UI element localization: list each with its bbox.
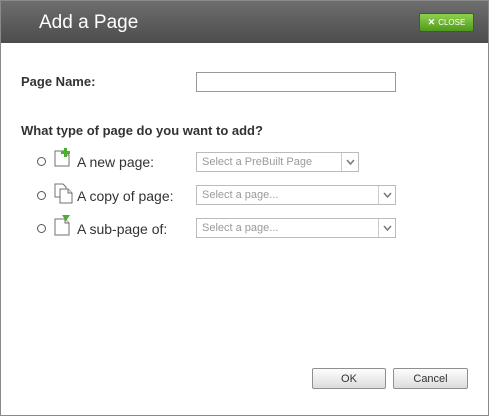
dialog-body: Page Name: What type of page do you want…	[1, 43, 488, 415]
copy-page-select-value: Select a page...	[202, 189, 279, 201]
copy-page-radio[interactable]	[37, 191, 46, 200]
copy-page-label: A copy of page:	[77, 188, 174, 204]
close-icon: ✕	[427, 17, 436, 27]
new-page-label: A new page:	[77, 154, 155, 170]
sub-page-icon	[54, 215, 70, 236]
sub-page-select-value: Select a page...	[202, 222, 279, 234]
prebuilt-page-select-value: Select a PreBuilt Page	[202, 156, 313, 168]
copy-page-icon	[54, 183, 73, 204]
page-name-input[interactable]	[196, 72, 396, 92]
chevron-down-icon	[378, 219, 395, 237]
add-page-dialog: Add a Page ✕ CLOSE Page Name: What type …	[0, 0, 489, 416]
new-page-radio[interactable]	[37, 157, 46, 166]
page-name-label: Page Name:	[21, 74, 96, 89]
copy-page-select[interactable]: Select a page...	[196, 185, 396, 205]
dialog-titlebar[interactable]: Add a Page ✕ CLOSE	[1, 1, 488, 43]
ok-button[interactable]: OK	[312, 368, 386, 389]
close-button-label: CLOSE	[438, 18, 466, 27]
sub-page-label: A sub-page of:	[77, 221, 168, 237]
cancel-button[interactable]: Cancel	[393, 368, 468, 389]
new-page-icon	[54, 148, 70, 167]
sub-page-select[interactable]: Select a page...	[196, 218, 396, 238]
dialog-title: Add a Page	[39, 12, 139, 33]
prebuilt-page-select[interactable]: Select a PreBuilt Page	[196, 152, 359, 172]
chevron-down-icon	[341, 153, 358, 171]
close-button[interactable]: ✕ CLOSE	[419, 13, 474, 32]
sub-page-radio[interactable]	[37, 224, 46, 233]
chevron-down-icon	[378, 186, 395, 204]
page-type-question: What type of page do you want to add?	[21, 123, 263, 138]
